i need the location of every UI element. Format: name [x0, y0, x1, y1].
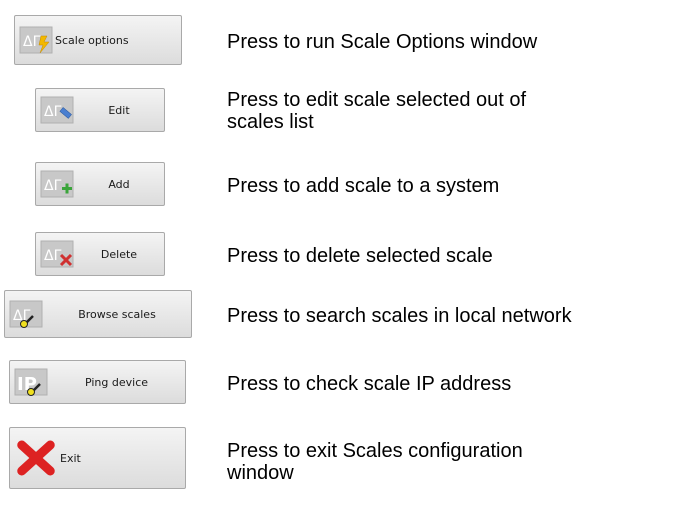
browse-scales-button[interactable]: ΔΓ Browse scales — [4, 290, 192, 338]
delete-label: Delete — [100, 247, 138, 261]
edit-description: Press to edit scale selected out of scal… — [227, 89, 526, 133]
edit-description-line2: scales list — [227, 111, 314, 133]
scale-plus-icon: ΔΓ — [40, 170, 74, 198]
exit-description-line2: window — [227, 462, 294, 484]
scale-options-label: Scale options — [55, 33, 129, 47]
scale-pencil-icon: ΔΓ — [40, 96, 74, 124]
scale-options-button[interactable]: ΔΓ Scale options — [14, 15, 182, 65]
scale-magnifier-icon: ΔΓ — [9, 300, 43, 328]
edit-button[interactable]: ΔΓ Edit — [35, 88, 165, 132]
red-x-icon — [17, 440, 55, 476]
exit-description-line1: Press to exit Scales configuration — [227, 440, 523, 462]
exit-button[interactable]: Exit — [9, 427, 186, 489]
svg-text:ΔΓ: ΔΓ — [23, 34, 41, 50]
edit-description-line1: Press to edit scale selected out of — [227, 89, 527, 111]
add-label: Add — [108, 177, 130, 191]
ping-device-label: Ping device — [84, 375, 149, 389]
delete-button[interactable]: ΔΓ Delete — [35, 232, 165, 276]
svg-text:ΔΓ: ΔΓ — [44, 248, 62, 264]
scale-x-icon: ΔΓ — [40, 240, 74, 268]
browse-scales-description: Press to search scales in local network — [227, 305, 572, 327]
scale-lightning-icon: ΔΓ — [19, 26, 53, 54]
edit-label: Edit — [108, 103, 130, 117]
ip-magnifier-icon: IP — [14, 368, 48, 396]
ping-device-button[interactable]: IP Ping device — [9, 360, 186, 404]
delete-description: Press to delete selected scale — [227, 245, 493, 267]
add-button[interactable]: ΔΓ Add — [35, 162, 165, 206]
scale-options-description: Press to run Scale Options window — [227, 31, 538, 53]
svg-text:ΔΓ: ΔΓ — [44, 178, 62, 194]
add-description: Press to add scale to a system — [227, 175, 500, 197]
browse-scales-label: Browse scales — [78, 307, 156, 321]
svg-text:ΔΓ: ΔΓ — [44, 104, 62, 120]
exit-description: Press to exit Scales configuration windo… — [227, 440, 523, 484]
exit-label: Exit — [60, 451, 81, 465]
ping-device-description: Press to check scale IP address — [227, 373, 512, 395]
